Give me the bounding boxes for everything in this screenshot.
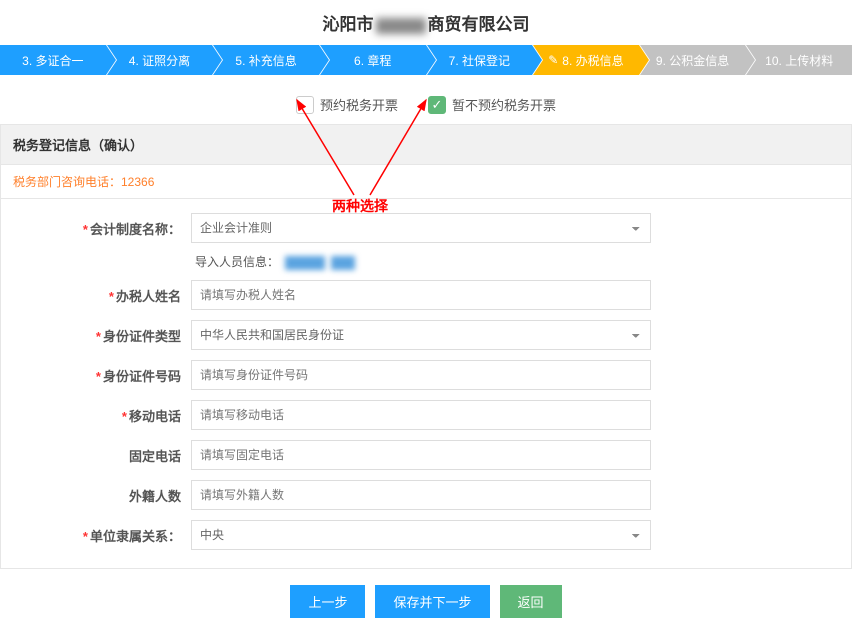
save-next-button[interactable]: 保存并下一步 [375, 585, 489, 618]
input-name[interactable] [191, 280, 651, 310]
select-idtype[interactable]: 中华人民共和国居民身份证 [191, 320, 651, 350]
input-foreign[interactable] [191, 480, 651, 510]
step-label: 10. 上传材料 [765, 52, 833, 69]
label-affil: *单位隶属关系： [1, 526, 191, 545]
input-idnum[interactable] [191, 360, 651, 390]
back-button[interactable]: 返回 [500, 585, 562, 618]
select-accounting[interactable]: 企业会计准则 [191, 213, 651, 243]
label-accounting: *会计制度名称： [1, 219, 191, 238]
step-7[interactable]: 7. 社保登记 [427, 45, 533, 75]
label-idnum: *身份证件号码 [1, 366, 191, 385]
step-label: 4. 证照分离 [129, 52, 190, 69]
step-label: 9. 公积金信息 [656, 52, 729, 69]
step-label: 7. 社保登记 [449, 52, 510, 69]
checkbox-label: 预约税务开票 [320, 95, 398, 114]
step-label: 3. 多证合一 [22, 52, 83, 69]
checkbox-checked-icon[interactable]: ✓ [428, 96, 446, 114]
step-3[interactable]: 3. 多证合一 [0, 45, 106, 75]
step-6[interactable]: 6. 章程 [320, 45, 426, 75]
section-header: 税务登记信息（确认） [0, 124, 852, 165]
contact-line: 税务部门咨询电话：12366 [0, 165, 852, 199]
step-label: 6. 章程 [354, 52, 391, 69]
step-label: 8. 办税信息 [562, 52, 623, 69]
step-10[interactable]: 10. 上传材料 [746, 45, 852, 75]
checkbox-option-1[interactable]: 预约税务开票 [296, 95, 398, 114]
label-fixed: 固定电话 [1, 446, 191, 465]
input-fixed[interactable] [191, 440, 651, 470]
import-info: 导入人员信息： [191, 253, 651, 270]
form-container: *会计制度名称： 企业会计准则 导入人员信息： *办税人姓名 *身份证件类型 中… [0, 199, 852, 569]
checkbox-option-2[interactable]: ✓ 暂不预约税务开票 [428, 95, 556, 114]
prev-button[interactable]: 上一步 [290, 585, 365, 618]
checkbox-label: 暂不预约税务开票 [452, 95, 556, 114]
input-mobile[interactable] [191, 400, 651, 430]
select-affil[interactable]: 中央 [191, 520, 651, 550]
step-4[interactable]: 4. 证照分离 [107, 45, 213, 75]
step-9[interactable]: 9. 公积金信息 [640, 45, 746, 75]
step-8[interactable]: ✎ 8. 办税信息 [533, 45, 639, 75]
page-title: 沁阳市商贸有限公司 [0, 0, 852, 45]
pencil-icon: ✎ [548, 53, 558, 67]
checkbox-row: 预约税务开票 ✓ 暂不预约税务开票 [0, 75, 852, 124]
label-mobile: *移动电话 [1, 406, 191, 425]
label-foreign: 外籍人数 [1, 486, 191, 505]
label-name: *办税人姓名 [1, 286, 191, 305]
button-row: 上一步 保存并下一步 返回 [0, 585, 852, 618]
label-idtype: *身份证件类型 [1, 326, 191, 345]
step-5[interactable]: 5. 补充信息 [213, 45, 319, 75]
step-bar: 3. 多证合一 4. 证照分离 5. 补充信息 6. 章程 7. 社保登记 ✎ 8. 办税信… [0, 45, 852, 75]
step-label: 5. 补充信息 [235, 52, 296, 69]
checkbox-unchecked-icon[interactable] [296, 96, 314, 114]
